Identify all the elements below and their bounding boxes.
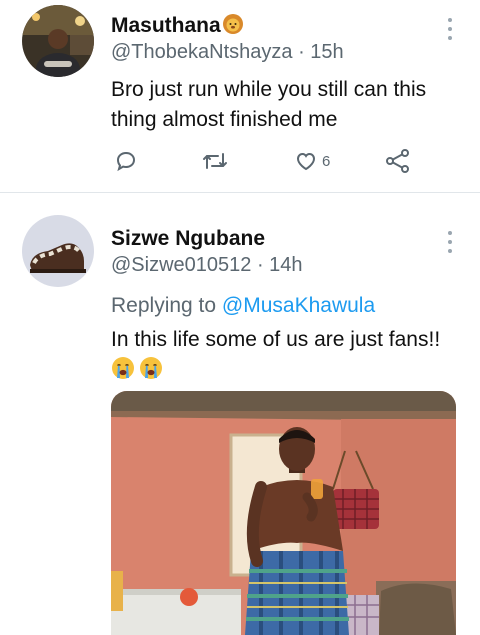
tweet-1[interactable]: Masuthana @ThobekaNtshayza · 15h Bro jus… bbox=[0, 0, 480, 192]
separator-dot: · bbox=[298, 41, 311, 63]
tweet-text: In this life some of us are just fans!! bbox=[111, 328, 441, 351]
avatar[interactable] bbox=[22, 215, 94, 287]
retweet-button[interactable] bbox=[201, 146, 229, 176]
timestamp[interactable]: 14h bbox=[269, 254, 302, 276]
tweet-media-image[interactable] bbox=[111, 391, 456, 635]
replying-to-link[interactable]: @MusaKhawula bbox=[222, 294, 375, 317]
tweet-text-line-2: thing almost finished me bbox=[111, 108, 338, 131]
separator-dot: · bbox=[256, 254, 270, 276]
tweet-text-line-1: Bro just run while you still can this bbox=[111, 78, 427, 101]
display-name[interactable]: Sizwe Ngubane bbox=[111, 227, 265, 251]
like-button[interactable]: 6 bbox=[294, 146, 330, 176]
avatar-photo bbox=[22, 5, 94, 77]
display-name[interactable]: Masuthana bbox=[111, 14, 221, 37]
replying-to-label: Replying to bbox=[111, 294, 217, 317]
reply-button[interactable] bbox=[114, 146, 138, 176]
more-icon[interactable] bbox=[446, 18, 454, 45]
lion-face-emoji-icon bbox=[222, 14, 243, 34]
like-icon bbox=[296, 152, 316, 171]
more-icon[interactable] bbox=[446, 231, 454, 258]
reply-icon bbox=[116, 151, 136, 172]
like-count: 6 bbox=[322, 152, 331, 170]
crying-face-emoji-icon bbox=[140, 357, 163, 379]
avatar-photo bbox=[22, 215, 94, 287]
share-button[interactable] bbox=[385, 146, 411, 176]
handle[interactable]: @ThobekaNtshayza bbox=[111, 41, 293, 63]
photo-man-in-room bbox=[111, 391, 456, 635]
handle[interactable]: @Sizwe010512 bbox=[111, 254, 251, 276]
retweet-icon bbox=[203, 153, 227, 169]
share-icon bbox=[386, 149, 409, 173]
timestamp[interactable]: 15h bbox=[310, 41, 343, 63]
crying-face-emoji-icon bbox=[112, 357, 134, 379]
avatar[interactable] bbox=[22, 5, 94, 77]
